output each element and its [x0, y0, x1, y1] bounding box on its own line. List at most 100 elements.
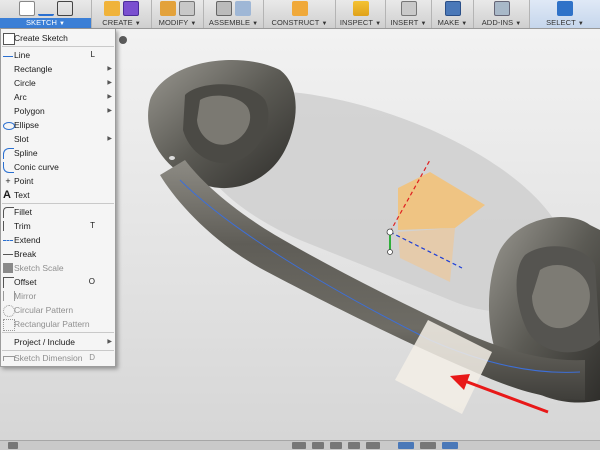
text-icon: A	[3, 189, 11, 201]
modify-tab[interactable]: MODIFY ▼	[152, 0, 204, 28]
chevron-down-icon: ▼	[375, 21, 382, 27]
sketch-tab[interactable]: SKETCH ▼	[0, 0, 92, 28]
menu-item-label: Mirror	[14, 291, 37, 301]
sketch-scale-icon	[3, 263, 13, 273]
construct-tab[interactable]: CONSTRUCT ▼	[264, 0, 336, 28]
grid-settings-icon[interactable]	[420, 442, 436, 449]
viewports-icon[interactable]	[442, 442, 458, 449]
break-icon	[3, 249, 13, 255]
chevron-down-icon: ▼	[58, 21, 66, 27]
chevron-down-icon: ▼	[321, 21, 328, 27]
menu-item-label: Circle	[14, 78, 36, 88]
menu-item-offset[interactable]: Offset O	[1, 275, 115, 289]
offset-plane-icon	[291, 1, 308, 16]
inspect-tab[interactable]: INSPECT ▼	[336, 0, 386, 28]
menu-item-circle[interactable]: Circle ▶	[1, 76, 115, 90]
measure-icon	[352, 1, 369, 16]
extrude-icon	[104, 1, 120, 16]
menu-separator	[2, 332, 114, 333]
menu-item-label: Point	[14, 176, 34, 186]
menu-item-shortcut: L	[90, 50, 95, 59]
menu-item-label: Spline	[14, 148, 38, 158]
fillet-modify-icon	[179, 1, 195, 16]
menu-item-line[interactable]: Line L	[1, 48, 115, 62]
offset-icon	[3, 277, 14, 288]
menu-item-rectangle[interactable]: Rectangle ▶	[1, 62, 115, 76]
timeline-icon[interactable]	[8, 442, 18, 449]
insert-tab-label: INSERT	[390, 18, 419, 27]
3d-print-icon	[444, 1, 461, 16]
menu-item-label: Offset	[14, 277, 37, 287]
line-icon	[37, 1, 54, 16]
menu-item-label: Rectangular Pattern	[14, 319, 90, 329]
menu-item-arc[interactable]: Arc ▶	[1, 90, 115, 104]
sketch-dropdown-menu: Create Sketch Line L Rectangle ▶ Circle …	[0, 29, 116, 367]
trim-icon	[3, 221, 14, 231]
menu-item-label: Ellipse	[14, 120, 40, 130]
spline-icon	[3, 148, 14, 159]
make-tab[interactable]: MAKE ▼	[432, 0, 474, 28]
create-tab-label: CREATE	[102, 18, 133, 27]
menu-item-trim[interactable]: Trim T	[1, 219, 115, 233]
menu-item-spline[interactable]: Spline	[1, 146, 115, 160]
add-ins-tab[interactable]: ADD-INS ▼	[474, 0, 530, 28]
create-sketch-icon	[18, 1, 35, 16]
select-tab[interactable]: SELECT ▼	[530, 0, 600, 28]
menu-item-project-include[interactable]: Project / Include ▶	[1, 335, 115, 349]
fit-icon[interactable]	[366, 442, 380, 449]
pan-icon[interactable]	[330, 442, 342, 449]
submenu-arrow-icon: ▶	[107, 108, 112, 114]
menu-item-label: Trim	[14, 221, 31, 231]
submenu-arrow-icon: ▶	[107, 136, 112, 142]
box-grid-icon	[123, 1, 139, 16]
insert-tab[interactable]: INSERT ▼	[386, 0, 432, 28]
create-tab[interactable]: CREATE ▼	[92, 0, 152, 28]
rectangle-icon	[56, 1, 73, 16]
menu-item-ellipse[interactable]: Ellipse	[1, 118, 115, 132]
menu-item-label: Conic curve	[14, 162, 59, 172]
submenu-arrow-icon: ▶	[107, 80, 112, 86]
conic-curve-icon	[3, 162, 14, 173]
make-tab-label: MAKE	[437, 18, 460, 27]
menu-item-shortcut: T	[90, 221, 95, 230]
submenu-arrow-icon: ▶	[107, 339, 112, 345]
menu-item-fillet[interactable]: Fillet	[1, 205, 115, 219]
select-tab-label: SELECT	[546, 18, 576, 27]
menu-item-rectangular-pattern: Rectangular Pattern	[1, 317, 115, 331]
display-settings-icon[interactable]	[398, 442, 414, 449]
navigation-bar	[0, 440, 600, 450]
menu-item-extend[interactable]: Extend	[1, 233, 115, 247]
menu-item-label: Polygon	[14, 106, 45, 116]
assemble-tab[interactable]: ASSEMBLE ▼	[204, 0, 264, 28]
chevron-down-icon: ▼	[420, 21, 427, 27]
menu-item-label: Create Sketch	[14, 33, 68, 43]
assemble-tab-label: ASSEMBLE	[208, 18, 251, 27]
menu-item-polygon[interactable]: Polygon ▶	[1, 104, 115, 118]
cursor-icon	[557, 1, 573, 16]
menu-item-break[interactable]: Break	[1, 247, 115, 261]
menu-item-label: Break	[14, 249, 37, 259]
menu-item-label: Extend	[14, 235, 41, 245]
menu-item-conic-curve[interactable]: Conic curve	[1, 160, 115, 174]
browser-toggle-icon[interactable]	[119, 36, 127, 44]
menu-item-label: Project / Include	[14, 337, 75, 347]
menu-item-label: Arc	[14, 92, 27, 102]
menu-item-sketch-dimension: Sketch Dimension D	[1, 351, 115, 365]
menu-item-label: Sketch Dimension	[14, 353, 83, 363]
point-icon: +	[5, 176, 11, 186]
orbit-icon[interactable]	[292, 442, 306, 449]
new-component-icon	[216, 1, 232, 16]
menu-item-text[interactable]: A Text	[1, 188, 115, 202]
menu-item-slot[interactable]: Slot ▶	[1, 132, 115, 146]
menu-item-label: Fillet	[14, 207, 32, 217]
line-icon	[3, 50, 13, 57]
chevron-down-icon: ▼	[252, 21, 259, 27]
insert-mesh-icon	[400, 1, 417, 16]
menu-item-create-sketch[interactable]: Create Sketch	[1, 31, 115, 45]
zoom-icon[interactable]	[348, 442, 360, 449]
menu-item-label: Slot	[14, 134, 29, 144]
menu-item-point[interactable]: + Point	[1, 174, 115, 188]
look-at-icon[interactable]	[312, 442, 324, 449]
chevron-down-icon: ▼	[515, 21, 522, 27]
menu-item-sketch-scale: Sketch Scale	[1, 261, 115, 275]
